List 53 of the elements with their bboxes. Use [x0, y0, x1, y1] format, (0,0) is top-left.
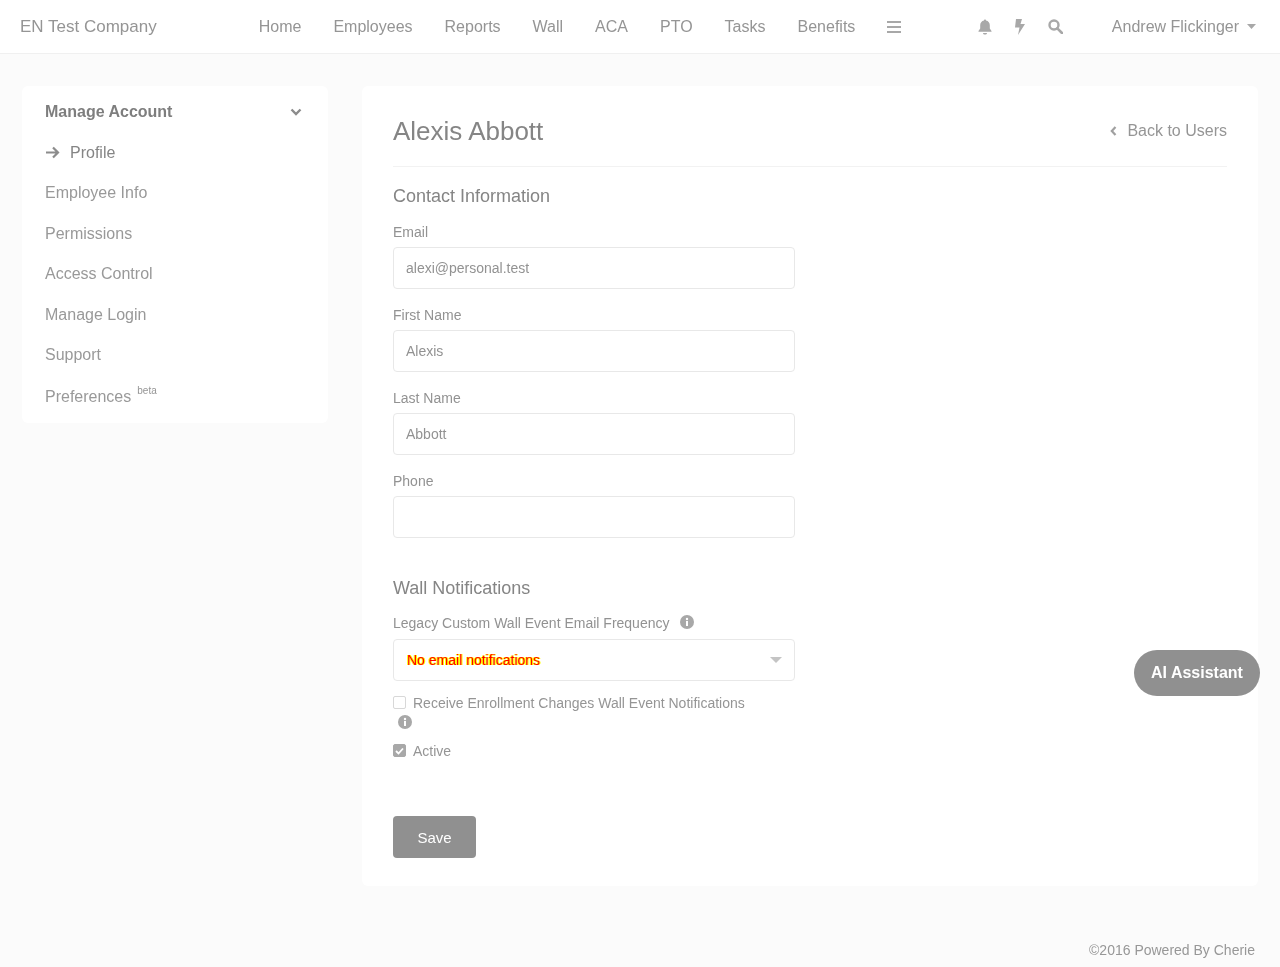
info-icon[interactable] [680, 615, 695, 629]
notifications-button[interactable] [977, 18, 992, 35]
sidebar-item[interactable]: Profile [70, 143, 116, 162]
nav-link[interactable]: ACA [595, 17, 628, 36]
text-input-field[interactable]: Alexis [393, 330, 795, 372]
sidebar-item[interactable]: Employee Info [45, 184, 148, 203]
nav-link[interactable]: Wall [532, 17, 564, 36]
field-label: First Name [393, 307, 463, 324]
sidebar-item[interactable]: Preferences $^{beta}$ [45, 385, 157, 407]
info-icon[interactable] [398, 715, 412, 729]
checkbox[interactable] [393, 696, 406, 709]
field-label: Last Name [393, 390, 462, 407]
text-input-field[interactable]: alexi@personal.test [393, 247, 795, 289]
text-input-field[interactable]: Abbott [393, 413, 795, 455]
user-menu[interactable]: Andrew Flickinger [1111, 17, 1256, 36]
nav-link[interactable]: PTO [660, 17, 693, 36]
activity-button[interactable] [1013, 18, 1026, 35]
nav-link[interactable]: Employees [333, 17, 413, 36]
nav-link[interactable]: Tasks [724, 17, 766, 36]
back-to-users-link[interactable]: Back to Users [1110, 122, 1227, 140]
ai-assistant-button[interactable]: AI Assistant [1134, 650, 1260, 696]
checkbox-label[interactable]: Receive Enrollment Changes Wall Event Notifications [413, 694, 745, 711]
section-heading: Wall Notifications [393, 577, 532, 599]
arrow-right-icon [45, 146, 60, 160]
caret-icon [770, 657, 782, 663]
search-icon [1047, 19, 1063, 34]
nav-link[interactable]: Reports [444, 17, 501, 36]
sidebar-item[interactable]: Access Control [45, 265, 153, 284]
menu-button[interactable] [887, 20, 902, 33]
section-heading: Contact Information [393, 185, 552, 207]
sidebar-item[interactable]: Permissions [45, 224, 133, 243]
caret-icon [1247, 24, 1256, 29]
checkbox-label[interactable]: Active [413, 742, 452, 759]
footer-text: ©2016 Powered By Cherie [1089, 942, 1255, 959]
bell-icon [977, 18, 992, 35]
search-button[interactable] [1047, 19, 1063, 34]
chevron-left-icon [1110, 126, 1118, 136]
user-name-heading: Alexis Abbott [393, 115, 544, 147]
save-button[interactable]: Save [393, 816, 476, 858]
field-label: Phone [393, 473, 435, 490]
lightning-bolt-icon [1013, 18, 1026, 35]
frequency-dropdown[interactable]: No email notifications [393, 639, 795, 681]
chevron-down-icon[interactable] [290, 108, 302, 117]
sidebar-item[interactable]: Manage Login [45, 305, 147, 324]
menu-icon [887, 20, 902, 33]
company-name[interactable]: EN Test Company [20, 16, 157, 37]
sidebar-item[interactable]: Support [45, 346, 102, 365]
sidebar-heading: Manage Account [45, 103, 173, 122]
nav-link[interactable]: Benefits [797, 17, 856, 36]
nav-link[interactable]: Home [258, 17, 302, 36]
checkbox[interactable] [393, 744, 406, 757]
field-label: Legacy Custom Wall Event Email Frequency [393, 615, 670, 632]
field-label: Email [393, 224, 429, 241]
